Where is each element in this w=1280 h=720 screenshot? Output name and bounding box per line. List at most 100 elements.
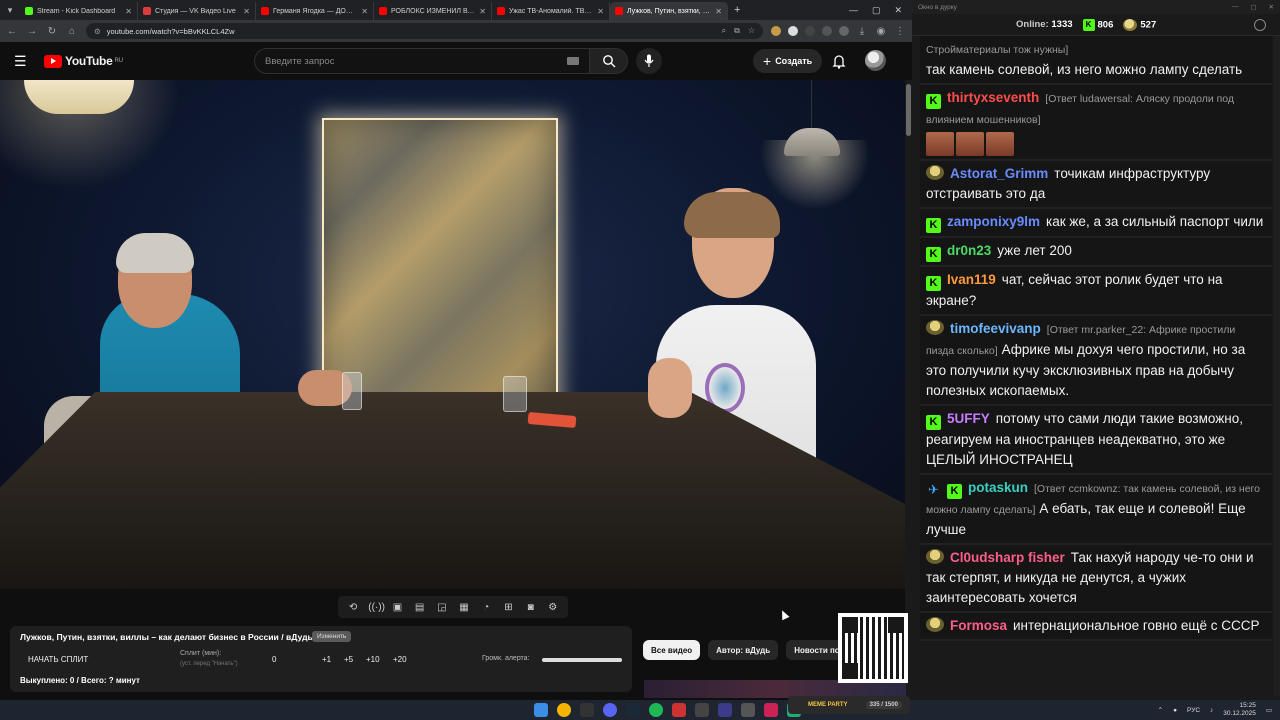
close-tab-icon[interactable]: ✕: [125, 7, 132, 16]
alert-volume-slider[interactable]: [542, 658, 622, 662]
close-tab-icon[interactable]: ✕: [361, 7, 368, 16]
extension-icon[interactable]: [788, 26, 798, 36]
forward-icon[interactable]: →: [26, 26, 38, 37]
notifications-icon[interactable]: ▭: [1266, 706, 1272, 714]
browser-tab[interactable]: РОБЛОКС ИЗМЕНИЛ ВСЮ МО ✕: [374, 2, 492, 20]
profile-icon[interactable]: ◉: [875, 26, 887, 37]
zoom-icon[interactable]: ⌕: [722, 26, 726, 36]
clock[interactable]: 15:25 30.12.2025: [1223, 702, 1256, 718]
browser-tab[interactable]: Германя Ягодка — ДОМ 2 и аг ✕: [256, 2, 374, 20]
close-tab-icon[interactable]: ✕: [597, 7, 604, 16]
notifications-bell-icon[interactable]: [830, 52, 848, 70]
close-tab-icon[interactable]: ✕: [479, 7, 486, 16]
scrollbar-thumb[interactable]: [906, 84, 911, 136]
menu-icon[interactable]: ⋮: [894, 26, 906, 37]
close-window-icon[interactable]: ✕: [1269, 3, 1274, 11]
chat-settings-icon[interactable]: [1254, 19, 1266, 31]
app-icon[interactable]: [764, 703, 778, 717]
browser-tab[interactable]: Stream - Kick Dashboard ✕: [20, 2, 138, 20]
create-button[interactable]: + Создать: [753, 49, 823, 73]
minimize-icon[interactable]: —: [849, 5, 858, 16]
app-icon[interactable]: [672, 703, 686, 717]
url-field[interactable]: ⚙ youtube.com/watch?v=bBvKKLCL4Zw ⌕ ⧉ ☆: [86, 23, 763, 39]
keyboard-icon[interactable]: [567, 57, 579, 65]
chat-username[interactable]: Formosa: [950, 618, 1007, 633]
extension-icon[interactable]: [771, 26, 781, 36]
close-tab-icon[interactable]: ✕: [715, 7, 722, 16]
speed-icon[interactable]: ◔: [479, 602, 493, 613]
search-input[interactable]: Введите запрос: [254, 48, 590, 74]
loop-icon[interactable]: ⟲: [346, 602, 360, 613]
minimize-icon[interactable]: —: [1232, 3, 1239, 11]
split-hint: (уст. перед "Начать"): [180, 661, 238, 667]
home-icon[interactable]: ⌂: [66, 26, 78, 37]
obs-icon[interactable]: [741, 703, 755, 717]
mic-tray-icon[interactable]: ●: [1173, 707, 1177, 714]
edit-badge[interactable]: Изменить: [312, 631, 352, 642]
hamburger-menu-icon[interactable]: ☰: [14, 53, 36, 70]
pip-icon[interactable]: ◲: [435, 602, 449, 613]
cast-icon[interactable]: ▣: [390, 602, 404, 613]
app-icon[interactable]: [580, 703, 594, 717]
chrome-icon[interactable]: [557, 703, 571, 717]
speaker-icon[interactable]: ♪: [1210, 707, 1213, 714]
start-split-button[interactable]: НАЧАТЬ СПЛИТ: [28, 655, 88, 664]
increment-button[interactable]: +5: [344, 655, 366, 664]
browser-tab[interactable]: Лужков, Путин, взятки, вилы ✕: [610, 2, 728, 20]
cinema-icon[interactable]: ▦: [457, 602, 471, 613]
windows-start-icon[interactable]: [534, 703, 548, 717]
chat-username[interactable]: dr0n23: [947, 243, 991, 258]
language-indicator[interactable]: РУС: [1187, 707, 1200, 714]
extension-icon[interactable]: [805, 26, 815, 36]
app-icon[interactable]: [695, 703, 709, 717]
maximize-icon[interactable]: ▢: [872, 5, 881, 16]
close-window-icon[interactable]: ✕: [894, 5, 902, 16]
browser-tab[interactable]: Ужас ТВ-Аномалий. ТВ-Инциде ✕: [492, 2, 610, 20]
share-icon[interactable]: ⧉: [734, 26, 740, 36]
increment-button[interactable]: +1: [322, 655, 344, 664]
app-icon[interactable]: [718, 703, 732, 717]
chat-username[interactable]: Cl0udsharp fisher: [950, 550, 1065, 565]
maximize-icon[interactable]: ▢: [1250, 3, 1256, 11]
youtube-logo[interactable]: YouTube RU: [44, 54, 123, 68]
discord-icon[interactable]: [603, 703, 617, 717]
search-button[interactable]: [590, 48, 628, 74]
page-scrollbar[interactable]: [905, 80, 912, 700]
avatar[interactable]: [865, 50, 886, 71]
chat-message: K Ivan119 чат, сейчас этот ролик будет что…: [920, 267, 1272, 316]
tray-chevron-icon[interactable]: ⌃: [1158, 706, 1163, 714]
site-info-icon[interactable]: ⚙: [94, 27, 101, 36]
tab-search-icon[interactable]: ▾: [0, 0, 20, 20]
chat-username[interactable]: Astorat_Grimm: [950, 166, 1048, 181]
reload-icon[interactable]: ↻: [46, 26, 58, 37]
download-icon[interactable]: ⤓: [856, 26, 868, 37]
chat-scrollbar[interactable]: [1274, 36, 1280, 696]
extension-icon[interactable]: [839, 26, 849, 36]
steam-icon[interactable]: [626, 703, 640, 717]
chat-username[interactable]: thirtyxseventh: [947, 90, 1039, 105]
extension-icon[interactable]: [822, 26, 832, 36]
increment-button[interactable]: +20: [393, 655, 420, 664]
browser-tab[interactable]: Студия — VK Видео Live ✕: [138, 2, 256, 20]
chat-username[interactable]: potaskun: [968, 480, 1028, 495]
split-value[interactable]: 0: [272, 655, 322, 664]
chat-username[interactable]: zamponixy9lm: [947, 214, 1040, 229]
chat-username[interactable]: Ivan119: [947, 272, 996, 287]
video-player[interactable]: [0, 80, 905, 589]
chip-all-videos[interactable]: Все видео: [643, 640, 701, 660]
new-tab-button[interactable]: +: [728, 4, 746, 16]
close-tab-icon[interactable]: ✕: [243, 7, 250, 16]
spotify-icon[interactable]: [649, 703, 663, 717]
screenshot-icon[interactable]: ◙: [524, 602, 538, 613]
chat-username[interactable]: timofeevivanp: [950, 321, 1041, 336]
increment-button[interactable]: +10: [366, 655, 393, 664]
broadcast-icon[interactable]: ((·)): [368, 602, 385, 613]
voice-search-button[interactable]: [636, 48, 662, 74]
chat-username[interactable]: 5UFFY: [947, 411, 990, 426]
back-icon[interactable]: ←: [6, 26, 18, 37]
clapper-icon[interactable]: ▤: [413, 602, 427, 613]
settings-gear-icon[interactable]: ⚙: [546, 602, 560, 613]
chip-author[interactable]: Автор: вДудь: [708, 640, 779, 660]
add-screen-icon[interactable]: ⊞: [501, 602, 515, 613]
bookmark-star-icon[interactable]: ☆: [748, 26, 755, 36]
